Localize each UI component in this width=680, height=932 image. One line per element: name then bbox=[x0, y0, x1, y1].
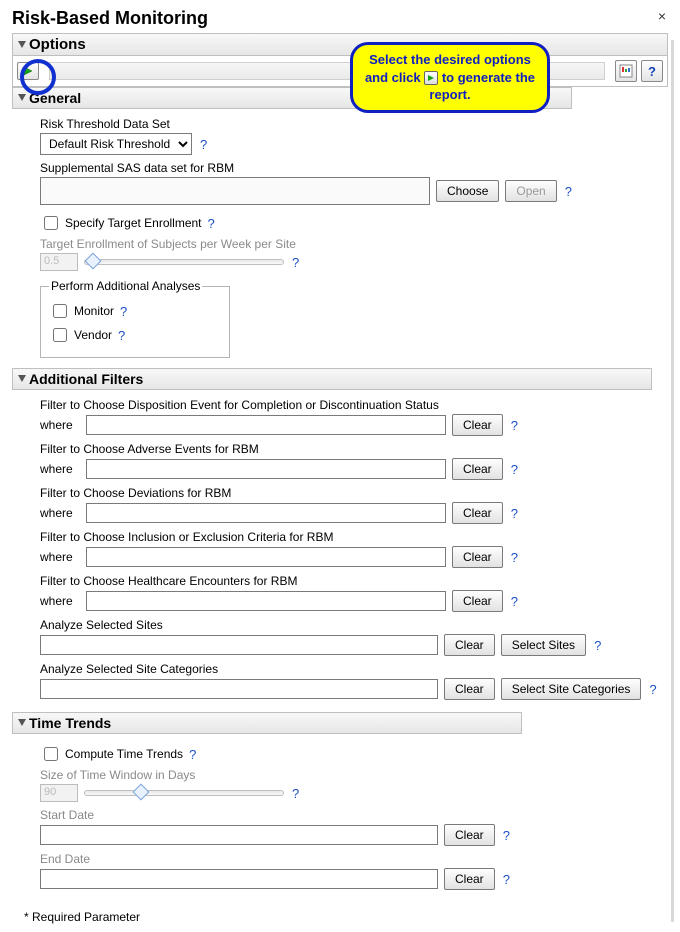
time-trends-section-head[interactable]: Time Trends bbox=[12, 712, 522, 734]
callout-bubble: Select the desired options and click to … bbox=[350, 42, 550, 113]
help-link[interactable]: ? bbox=[563, 184, 574, 199]
help-link[interactable]: ? bbox=[290, 255, 301, 270]
clear-button[interactable]: Clear bbox=[452, 546, 503, 568]
clear-button[interactable]: Clear bbox=[452, 414, 503, 436]
end-date-label: End Date bbox=[40, 852, 664, 866]
where-label: where bbox=[40, 462, 80, 476]
analyze-categories-label: Analyze Selected Site Categories bbox=[40, 662, 664, 676]
analyze-sites-label: Analyze Selected Sites bbox=[40, 618, 664, 632]
supplemental-label: Supplemental SAS data set for RBM bbox=[40, 161, 664, 175]
filter-disposition-label: Filter to Choose Disposition Event for C… bbox=[40, 398, 664, 412]
filter-inclusion-label: Filter to Choose Inclusion or Exclusion … bbox=[40, 530, 664, 544]
help-button[interactable]: ? bbox=[641, 60, 663, 82]
filter-ae-label: Filter to Choose Adverse Events for RBM bbox=[40, 442, 664, 456]
vendor-checkbox[interactable] bbox=[53, 328, 67, 342]
highlight-ring-icon bbox=[20, 59, 56, 95]
help-link[interactable]: ? bbox=[509, 462, 520, 477]
options-toolbar: ? bbox=[12, 56, 668, 87]
help-link[interactable]: ? bbox=[206, 216, 217, 231]
options-section-label: Options bbox=[29, 36, 86, 53]
specify-target-checkbox[interactable] bbox=[44, 216, 58, 230]
clear-button[interactable]: Clear bbox=[444, 634, 495, 656]
clear-button[interactable]: Clear bbox=[444, 678, 495, 700]
additional-filters-label: Additional Filters bbox=[29, 371, 143, 387]
monitor-label: Monitor bbox=[74, 304, 114, 318]
disclosure-triangle-icon bbox=[17, 718, 27, 728]
clear-button[interactable]: Clear bbox=[444, 868, 495, 890]
analyze-categories-input[interactable] bbox=[40, 679, 438, 699]
callout-text-2: to generate the report. bbox=[429, 70, 535, 103]
target-enrollment-label: Target Enrollment of Subjects per Week p… bbox=[40, 237, 664, 251]
filter-deviations-input[interactable] bbox=[86, 503, 446, 523]
time-trends-label: Time Trends bbox=[29, 715, 111, 731]
vendor-label: Vendor bbox=[74, 328, 112, 342]
choose-button[interactable]: Choose bbox=[436, 180, 499, 202]
time-window-value: 90 bbox=[40, 784, 78, 802]
filter-inclusion-input[interactable] bbox=[86, 547, 446, 567]
specify-target-label: Specify Target Enrollment bbox=[65, 216, 202, 230]
scrollbar[interactable] bbox=[671, 40, 674, 922]
time-window-slider bbox=[84, 790, 284, 796]
additional-filters-section-head[interactable]: Additional Filters bbox=[12, 368, 652, 390]
help-link[interactable]: ? bbox=[501, 872, 512, 887]
required-parameter-note: * Required Parameter bbox=[24, 910, 668, 924]
clear-button[interactable]: Clear bbox=[452, 590, 503, 612]
filter-ae-input[interactable] bbox=[86, 459, 446, 479]
help-link[interactable]: ? bbox=[198, 137, 209, 152]
filter-disposition-input[interactable] bbox=[86, 415, 446, 435]
clear-button[interactable]: Clear bbox=[452, 458, 503, 480]
supplemental-input[interactable] bbox=[40, 177, 430, 205]
perform-additional-analyses-group: Perform Additional Analyses Monitor ? Ve… bbox=[40, 279, 230, 358]
filter-healthcare-input[interactable] bbox=[86, 591, 446, 611]
analyze-sites-input[interactable] bbox=[40, 635, 438, 655]
disclosure-triangle-icon bbox=[17, 93, 27, 103]
help-link[interactable]: ? bbox=[509, 506, 520, 521]
help-link[interactable]: ? bbox=[647, 682, 658, 697]
help-link[interactable]: ? bbox=[187, 747, 198, 762]
help-link[interactable]: ? bbox=[116, 328, 127, 343]
target-enrollment-slider bbox=[84, 259, 284, 265]
compute-time-trends-checkbox[interactable] bbox=[44, 747, 58, 761]
monitor-checkbox[interactable] bbox=[53, 304, 67, 318]
risk-threshold-select[interactable]: Default Risk Threshold bbox=[40, 133, 192, 155]
help-link[interactable]: ? bbox=[509, 418, 520, 433]
help-link[interactable]: ? bbox=[509, 550, 520, 565]
help-link[interactable]: ? bbox=[501, 828, 512, 843]
slider-thumb-icon bbox=[133, 784, 150, 801]
perform-legend: Perform Additional Analyses bbox=[49, 279, 202, 293]
filter-healthcare-label: Filter to Choose Healthcare Encounters f… bbox=[40, 574, 664, 588]
clear-button[interactable]: Clear bbox=[444, 824, 495, 846]
end-date-input[interactable] bbox=[40, 869, 438, 889]
where-label: where bbox=[40, 418, 80, 432]
time-window-label: Size of Time Window in Days bbox=[40, 768, 664, 782]
help-link[interactable]: ? bbox=[509, 594, 520, 609]
close-icon[interactable]: × bbox=[656, 8, 668, 24]
target-enrollment-value: 0.5 bbox=[40, 253, 78, 271]
report-icon-button[interactable] bbox=[615, 60, 637, 82]
page-title: Risk-Based Monitoring bbox=[12, 8, 208, 29]
options-section-head[interactable]: Options bbox=[12, 33, 668, 56]
where-label: where bbox=[40, 594, 80, 608]
where-label: where bbox=[40, 550, 80, 564]
start-date-label: Start Date bbox=[40, 808, 664, 822]
select-sites-button[interactable]: Select Sites bbox=[501, 634, 586, 656]
disclosure-triangle-icon bbox=[17, 40, 27, 50]
compute-time-trends-label: Compute Time Trends bbox=[65, 747, 183, 761]
clear-button[interactable]: Clear bbox=[452, 502, 503, 524]
disclosure-triangle-icon bbox=[17, 374, 27, 384]
play-icon bbox=[424, 71, 438, 85]
slider-thumb-icon bbox=[85, 253, 102, 270]
where-label: where bbox=[40, 506, 80, 520]
help-link[interactable]: ? bbox=[592, 638, 603, 653]
start-date-input[interactable] bbox=[40, 825, 438, 845]
select-site-categories-button[interactable]: Select Site Categories bbox=[501, 678, 642, 700]
filter-deviations-label: Filter to Choose Deviations for RBM bbox=[40, 486, 664, 500]
help-link[interactable]: ? bbox=[290, 786, 301, 801]
open-button: Open bbox=[505, 180, 556, 202]
help-link[interactable]: ? bbox=[118, 304, 129, 319]
risk-threshold-label: Risk Threshold Data Set bbox=[40, 117, 664, 131]
